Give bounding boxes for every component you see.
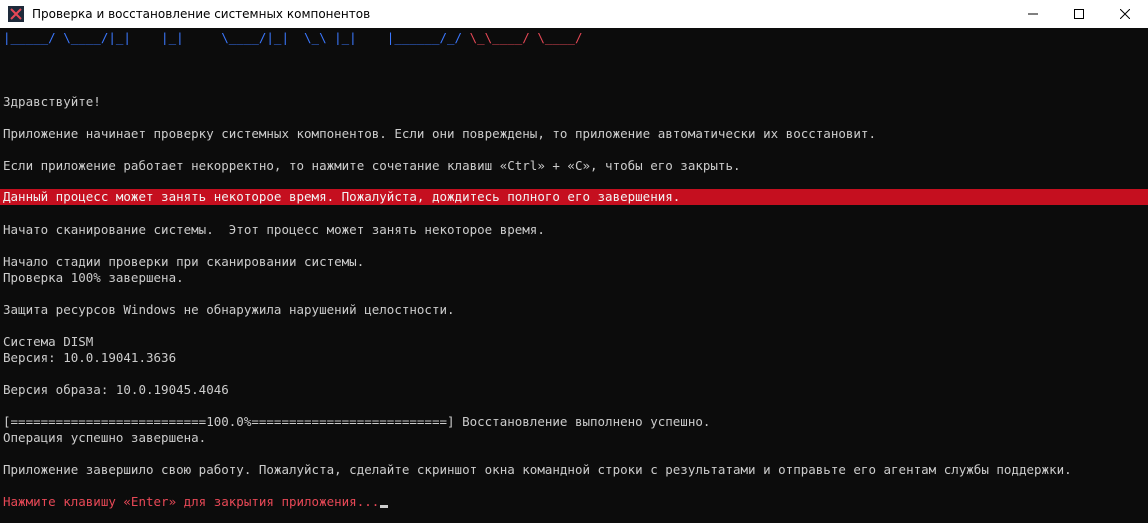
warning-line: Данный процесс может занять некоторое вр… <box>3 189 681 204</box>
window-controls <box>1010 0 1148 28</box>
banner-blue-part: |_____/ \____/|_| |_| \____/|_| \_\ |_| … <box>3 30 463 45</box>
banner-red-part: \_\____/ \____/ <box>462 30 583 45</box>
terminal-app-icon <box>8 6 24 22</box>
maximize-icon <box>1074 9 1084 19</box>
close-button[interactable] <box>1102 0 1148 28</box>
enter-prompt-line: Нажмите клавишу «Enter» для закрытия при… <box>3 494 389 510</box>
text-cursor <box>380 505 389 508</box>
console-output[interactable]: |_____/ \____/|_| |_| \____/|_| \_\ |_| … <box>0 28 1148 523</box>
greeting-line: Здравствуйте! <box>3 94 101 109</box>
window-title: Проверка и восстановление системных комп… <box>32 7 371 21</box>
minimize-button[interactable] <box>1010 0 1056 28</box>
enter-prompt-text: Нажмите клавишу «Enter» для закрытия при… <box>3 494 380 509</box>
scan-started-line: Начато сканирование системы. Этот процес… <box>3 222 545 237</box>
operation-done-line: Операция успешно завершена. <box>3 430 207 445</box>
console-window: Проверка и восстановление системных комп… <box>0 0 1148 523</box>
verify-done-line: Проверка 100% завершена. <box>3 270 184 285</box>
dism-system-line: Система DISM <box>3 334 94 349</box>
title-bar[interactable]: Проверка и восстановление системных комп… <box>0 0 1148 28</box>
dism-version-line: Версия: 10.0.19041.3636 <box>3 350 177 365</box>
image-version-line: Версия образа: 10.0.19045.4046 <box>3 382 229 397</box>
maximize-button[interactable] <box>1056 0 1102 28</box>
verify-stage-line: Начало стадии проверки при сканировании … <box>3 254 365 269</box>
progress-line: [==========================100.0%=======… <box>3 414 711 429</box>
ascii-banner: |_____/ \____/|_| |_| \____/|_| \_\ |_| … <box>3 30 583 46</box>
close-icon <box>1120 9 1130 19</box>
wrp-result-line: Защита ресурсов Windows не обнаружила на… <box>3 302 455 317</box>
minimize-icon <box>1028 13 1038 15</box>
intro-line: Приложение начинает проверку системных к… <box>3 126 876 141</box>
ctrl-hint-line: Если приложение работает некорректно, то… <box>3 158 741 173</box>
finish-message-line: Приложение завершило свою работу. Пожалу… <box>3 462 1072 477</box>
